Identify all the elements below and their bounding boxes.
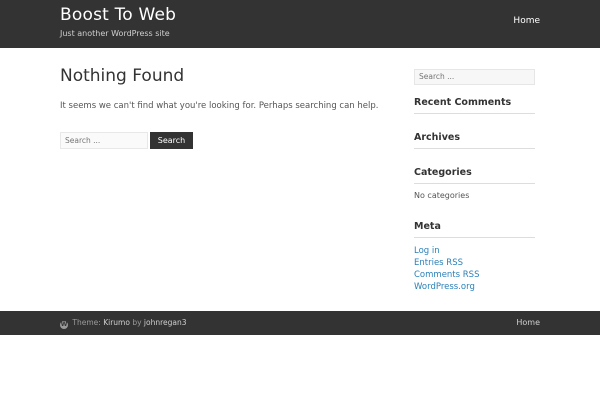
footer-author-link[interactable]: johnregan3 xyxy=(144,318,187,327)
widget-title-categories: Categories xyxy=(414,167,535,184)
main-content: Nothing Found It seems we can't find wha… xyxy=(60,66,380,149)
footer-credits: W Theme: Kirumo by johnregan3 xyxy=(60,318,187,329)
site-header: Boost To Web Just another WordPress site… xyxy=(0,0,600,48)
meta-links: Log in Entries RSS Comments RSS WordPres… xyxy=(414,245,535,293)
site-tagline: Just another WordPress site xyxy=(60,29,170,38)
widget-title-recent-comments: Recent Comments xyxy=(414,97,535,114)
sidebar: Recent Comments Archives Categories No c… xyxy=(414,64,535,292)
site-footer: W Theme: Kirumo by johnregan3 Home xyxy=(0,311,600,335)
search-input[interactable] xyxy=(60,132,148,149)
widget-recent-comments: Recent Comments xyxy=(414,97,535,114)
search-form: Search xyxy=(60,132,260,150)
site-title[interactable]: Boost To Web xyxy=(60,5,176,25)
not-found-message: It seems we can't find what you're looki… xyxy=(60,101,379,111)
widget-categories: Categories No categories xyxy=(414,167,535,200)
sidebar-search-input[interactable] xyxy=(414,68,535,85)
widget-meta: Meta Log in Entries RSS Comments RSS Wor… xyxy=(414,221,535,293)
footer-theme-link[interactable]: Kirumo xyxy=(103,318,130,327)
meta-link-entries-rss[interactable]: Entries RSS xyxy=(414,257,535,269)
meta-link-wordpress-org[interactable]: WordPress.org xyxy=(414,281,535,293)
footer-home-link[interactable]: Home xyxy=(516,318,540,327)
nav-home-link[interactable]: Home xyxy=(513,16,540,26)
meta-link-comments-rss[interactable]: Comments RSS xyxy=(414,269,535,281)
search-button[interactable]: Search xyxy=(150,132,193,149)
widget-title-meta: Meta xyxy=(414,221,535,238)
widget-archives: Archives xyxy=(414,132,535,149)
widget-title-archives: Archives xyxy=(414,132,535,149)
meta-link-log-in[interactable]: Log in xyxy=(414,245,535,257)
footer-theme-prefix: Theme: xyxy=(72,318,101,327)
footer-by-text: by xyxy=(132,318,142,327)
page-title: Nothing Found xyxy=(60,66,185,86)
wordpress-icon[interactable]: W xyxy=(60,321,68,329)
categories-empty-text: No categories xyxy=(414,191,470,200)
